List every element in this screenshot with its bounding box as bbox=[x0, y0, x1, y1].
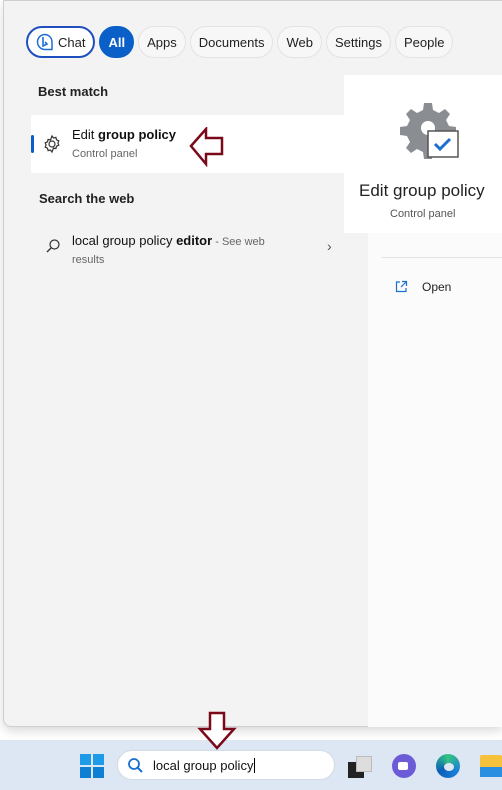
detail-card: Edit group policy Control panel bbox=[344, 75, 502, 233]
chevron-right-icon: › bbox=[327, 238, 332, 254]
best-match-subtitle: Control panel bbox=[72, 148, 138, 160]
windows-start-icon[interactable] bbox=[80, 754, 104, 778]
edge-icon[interactable] bbox=[436, 754, 460, 778]
selection-indicator bbox=[31, 135, 34, 153]
annotation-arrow-left bbox=[189, 127, 224, 167]
web-result-item[interactable]: local group policy editor - See web resu… bbox=[31, 224, 351, 270]
annotation-arrow-down bbox=[197, 711, 237, 750]
control-panel-gear-icon bbox=[400, 103, 459, 159]
open-action[interactable]: Open bbox=[382, 272, 502, 302]
open-label: Open bbox=[422, 280, 452, 294]
taskbar-search-input[interactable]: local group policy bbox=[153, 758, 256, 773]
bing-chat-icon bbox=[36, 33, 53, 51]
teams-icon[interactable] bbox=[392, 754, 416, 778]
search-icon bbox=[128, 758, 143, 773]
search-web-heading: Search the web bbox=[39, 191, 135, 206]
tab-chat-label: Chat bbox=[58, 34, 86, 50]
task-view-icon[interactable] bbox=[348, 756, 372, 778]
web-result-title: local group policy editor - See web bbox=[72, 233, 265, 248]
taskbar-search[interactable]: local group policy bbox=[117, 750, 335, 780]
best-match-title: Edit group policy bbox=[72, 127, 177, 142]
best-match-heading: Best match bbox=[38, 84, 109, 99]
search-icon bbox=[46, 239, 60, 253]
divider bbox=[382, 257, 502, 258]
tab-web[interactable]: Web bbox=[277, 26, 322, 58]
open-external-icon bbox=[395, 280, 408, 293]
filter-tabs: Chat All Apps Documents Web Settings Peo… bbox=[26, 26, 454, 58]
web-result-subtitle: results bbox=[72, 254, 105, 266]
tab-settings[interactable]: Settings bbox=[325, 26, 391, 58]
tab-all[interactable]: All bbox=[99, 26, 135, 58]
tab-people[interactable]: People bbox=[394, 26, 454, 58]
detail-title: Edit group policy bbox=[359, 181, 485, 200]
tab-chat[interactable]: Chat bbox=[26, 26, 96, 58]
tab-apps[interactable]: Apps bbox=[138, 26, 186, 58]
gear-icon bbox=[44, 134, 60, 154]
file-explorer-icon[interactable] bbox=[480, 755, 502, 777]
tab-documents[interactable]: Documents bbox=[189, 26, 274, 58]
detail-subtitle: Control panel bbox=[390, 208, 456, 220]
